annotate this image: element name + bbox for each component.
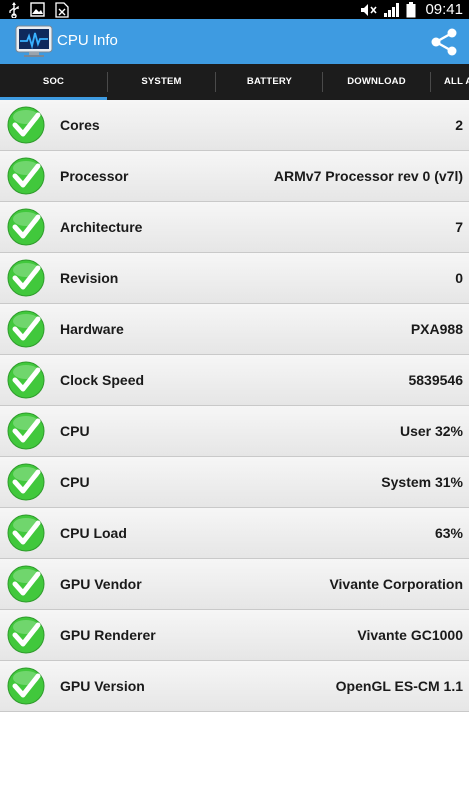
status-bar: 09:41 [0,0,469,19]
item-label: CPU [60,423,90,439]
usb-icon [8,1,20,18]
list-item[interactable]: Processor ARMv7 Processor rev 0 (v7l) [0,151,469,202]
item-value: 7 [455,219,463,235]
list-item[interactable]: CPU User 32% [0,406,469,457]
tab-battery[interactable]: BATTERY [216,64,323,100]
item-value: 0 [455,270,463,286]
item-label: CPU [60,474,90,490]
file-excel-icon [55,1,69,18]
list-item[interactable]: GPU Version OpenGL ES-CM 1.1 [0,661,469,712]
list-item[interactable]: Cores 2 [0,100,469,151]
item-value: ARMv7 Processor rev 0 (v7l) [273,168,463,184]
item-value: OpenGL ES-CM 1.1 [335,678,463,694]
check-icon [6,156,46,196]
item-label: GPU Vendor [60,576,142,592]
item-label: Revision [60,270,119,286]
check-icon [6,411,46,451]
list-item[interactable]: Revision 0 [0,253,469,304]
battery-icon [406,1,416,18]
item-value: PXA988 [410,321,463,337]
check-icon [6,258,46,298]
tab-system[interactable]: SYSTEM [108,64,215,100]
check-icon [6,309,46,349]
check-icon [6,207,46,247]
item-label: Architecture [60,219,143,235]
check-icon [6,360,46,400]
share-icon[interactable] [429,27,459,57]
list-item[interactable]: Architecture 7 [0,202,469,253]
item-value: 63% [434,525,463,541]
item-label: Hardware [60,321,124,337]
check-icon [6,105,46,145]
status-time: 09:41 [425,1,463,18]
status-right-icons: 09:41 [360,0,463,19]
tab-all[interactable]: ALL A [431,64,469,100]
item-value: Vivante GC1000 [357,627,463,643]
soc-info-list: Cores 2 Processor ARMv7 Processor rev 0 … [0,100,469,712]
list-item[interactable]: Clock Speed 5839546 [0,355,469,406]
check-icon [6,462,46,502]
check-icon [6,615,46,655]
app-screen: 09:41 CPU Info SOC SYSTEM BATTERY DOWNLO… [0,0,469,800]
item-value: System 31% [381,474,463,490]
signal-icon [383,2,401,17]
action-bar: CPU Info [0,19,469,64]
item-label: Cores [60,117,100,133]
status-left-icons [8,1,69,18]
item-value: 2 [455,117,463,133]
list-item[interactable]: GPU Vendor Vivante Corporation [0,559,469,610]
cpu-monitor-icon[interactable] [15,24,53,58]
list-item[interactable]: CPU Load 63% [0,508,469,559]
item-label: CPU Load [60,525,127,541]
item-label: GPU Renderer [60,627,156,643]
tab-download[interactable]: DOWNLOAD [323,64,430,100]
item-value: 5839546 [408,372,463,388]
item-label: GPU Version [60,678,145,694]
mute-icon [360,3,378,17]
app-title: CPU Info [57,32,118,49]
tab-bar: SOC SYSTEM BATTERY DOWNLOAD ALL A [0,64,469,100]
item-label: Clock Speed [60,372,145,388]
item-label: Processor [60,168,129,184]
tab-soc[interactable]: SOC [0,64,107,100]
list-item[interactable]: Hardware PXA988 [0,304,469,355]
item-value: Vivante Corporation [329,576,463,592]
list-item[interactable]: GPU Renderer Vivante GC1000 [0,610,469,661]
list-item[interactable]: CPU System 31% [0,457,469,508]
item-value: User 32% [399,423,463,439]
image-icon [30,2,45,17]
check-icon [6,666,46,706]
check-icon [6,564,46,604]
check-icon [6,513,46,553]
